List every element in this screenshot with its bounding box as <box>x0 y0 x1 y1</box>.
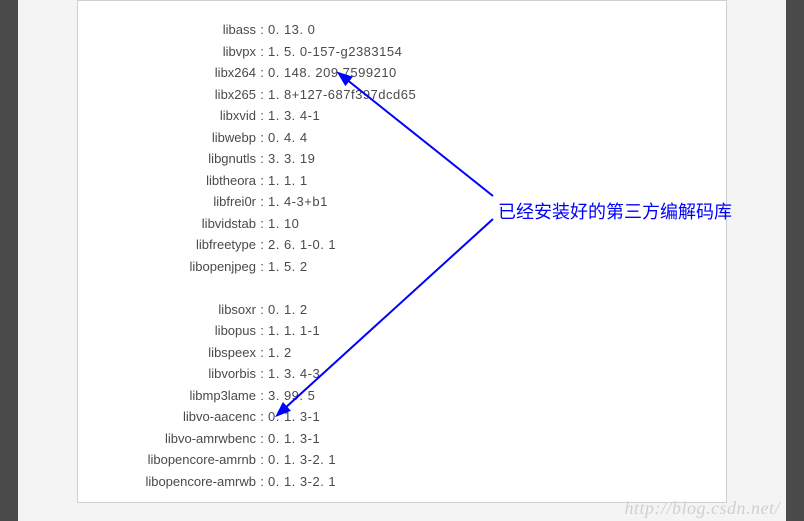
library-row: libspeex:1. 2 <box>78 342 458 364</box>
library-version: 1. 2 <box>268 342 292 364</box>
separator: : <box>256 105 268 127</box>
library-version: 0. 1. 2 <box>268 299 308 321</box>
library-name: libvpx <box>78 41 256 63</box>
separator: : <box>256 320 268 342</box>
library-name: libvo-aacenc <box>78 406 256 428</box>
library-row: libopenjpeg:1. 5. 2 <box>78 256 458 278</box>
separator: : <box>256 385 268 407</box>
library-row: libopencore-amrnb:0. 1. 3-2. 1 <box>78 449 458 471</box>
library-name: libmp3lame <box>78 385 256 407</box>
separator: : <box>256 170 268 192</box>
library-row: libx264:0. 148. 209 7599210 <box>78 62 458 84</box>
separator: : <box>256 148 268 170</box>
library-list: libass:0. 13. 0libvpx:1. 5. 0-157-g23831… <box>78 1 458 492</box>
library-version: 3. 99. 5 <box>268 385 315 407</box>
library-version: 1. 5. 2 <box>268 256 308 278</box>
library-version: 1. 3. 4-3 <box>268 363 320 385</box>
library-name: libopus <box>78 320 256 342</box>
library-row: libvidstab:1. 10 <box>78 213 458 235</box>
library-name: libopenjpeg <box>78 256 256 278</box>
separator: : <box>256 471 268 493</box>
library-version: 1. 1. 1 <box>268 170 308 192</box>
library-name: libvidstab <box>78 213 256 235</box>
library-row: libfreetype:2. 6. 1-0. 1 <box>78 234 458 256</box>
library-version: 0. 13. 0 <box>268 19 315 41</box>
separator: : <box>256 406 268 428</box>
library-name: libvo-amrwbenc <box>78 428 256 450</box>
library-row: libtheora:1. 1. 1 <box>78 170 458 192</box>
library-version: 1. 5. 0-157-g2383154 <box>268 41 402 63</box>
library-version: 0. 1. 3-2. 1 <box>268 449 336 471</box>
separator: : <box>256 191 268 213</box>
library-version: 1. 4-3+b1 <box>268 191 328 213</box>
library-name: libsoxr <box>78 299 256 321</box>
library-row: libxvid:1. 3. 4-1 <box>78 105 458 127</box>
content-panel: libass:0. 13. 0libvpx:1. 5. 0-157-g23831… <box>77 0 727 503</box>
library-name: libgnutls <box>78 148 256 170</box>
library-name: libtheora <box>78 170 256 192</box>
library-row: libmp3lame:3. 99. 5 <box>78 385 458 407</box>
library-row: libopus:1. 1. 1-1 <box>78 320 458 342</box>
library-version: 0. 148. 209 7599210 <box>268 62 397 84</box>
library-row: libwebp:0. 4. 4 <box>78 127 458 149</box>
library-name: libx264 <box>78 62 256 84</box>
library-version: 0. 1. 3-2. 1 <box>268 471 336 493</box>
library-name: libass <box>78 19 256 41</box>
separator: : <box>256 19 268 41</box>
separator: : <box>256 84 268 106</box>
annotation-text: 已经安装好的第三方编解码库 <box>498 198 732 224</box>
separator: : <box>256 62 268 84</box>
library-row: libvo-aacenc:0. 1. 3-1 <box>78 406 458 428</box>
library-row: libvo-amrwbenc:0. 1. 3-1 <box>78 428 458 450</box>
library-version: 1. 3. 4-1 <box>268 105 320 127</box>
separator: : <box>256 428 268 450</box>
library-name: libopencore-amrwb <box>78 471 256 493</box>
separator: : <box>256 449 268 471</box>
library-version: 2. 6. 1-0. 1 <box>268 234 336 256</box>
separator: : <box>256 127 268 149</box>
library-name: libwebp <box>78 127 256 149</box>
library-name: libspeex <box>78 342 256 364</box>
library-row: libsoxr:0. 1. 2 <box>78 299 458 321</box>
library-version: 1. 10 <box>268 213 299 235</box>
library-name: libopencore-amrnb <box>78 449 256 471</box>
library-name: libfreetype <box>78 234 256 256</box>
library-row: libvpx:1. 5. 0-157-g2383154 <box>78 41 458 63</box>
library-version: 1. 1. 1-1 <box>268 320 320 342</box>
separator: : <box>256 234 268 256</box>
library-name: libxvid <box>78 105 256 127</box>
separator: : <box>256 342 268 364</box>
separator: : <box>256 256 268 278</box>
library-row: libfrei0r:1. 4-3+b1 <box>78 191 458 213</box>
blank-line <box>78 277 458 299</box>
library-row: libass:0. 13. 0 <box>78 19 458 41</box>
page-background: libass:0. 13. 0libvpx:1. 5. 0-157-g23831… <box>18 0 786 521</box>
library-row: libx265:1. 8+127-687f397dcd65 <box>78 84 458 106</box>
library-name: libvorbis <box>78 363 256 385</box>
library-row: libvorbis:1. 3. 4-3 <box>78 363 458 385</box>
watermark-text: http://blog.csdn.net/ <box>625 498 780 519</box>
library-version: 3. 3. 19 <box>268 148 315 170</box>
library-version: 0. 1. 3-1 <box>268 428 320 450</box>
library-row: libgnutls:3. 3. 19 <box>78 148 458 170</box>
library-name: libx265 <box>78 84 256 106</box>
separator: : <box>256 299 268 321</box>
separator: : <box>256 213 268 235</box>
library-name: libfrei0r <box>78 191 256 213</box>
separator: : <box>256 41 268 63</box>
library-version: 0. 1. 3-1 <box>268 406 320 428</box>
library-version: 0. 4. 4 <box>268 127 308 149</box>
library-row: libopencore-amrwb:0. 1. 3-2. 1 <box>78 471 458 493</box>
separator: : <box>256 363 268 385</box>
library-version: 1. 8+127-687f397dcd65 <box>268 84 416 106</box>
